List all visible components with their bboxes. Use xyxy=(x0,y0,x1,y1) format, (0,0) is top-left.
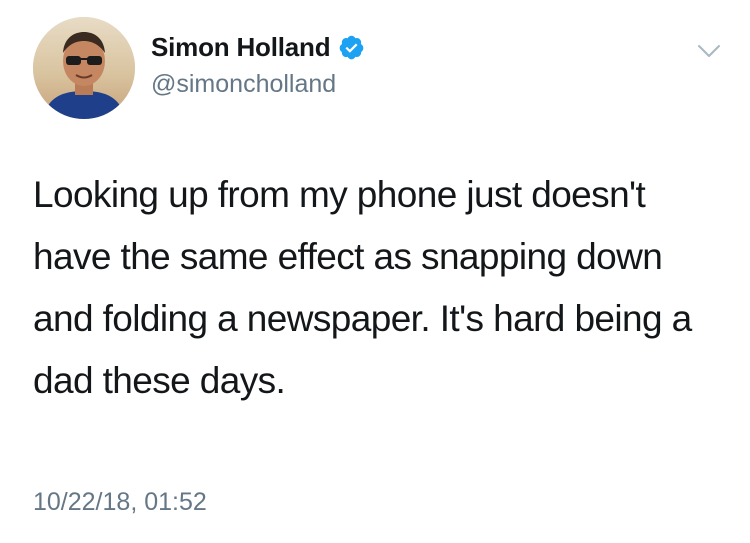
author-name-row[interactable]: Simon Holland xyxy=(151,31,365,63)
verified-badge-icon xyxy=(338,34,365,61)
chevron-down-icon[interactable] xyxy=(696,38,722,64)
tweet-timestamp[interactable]: 10/22/18, 01:52 xyxy=(33,488,207,517)
tweet-card: Simon Holland @simoncholland Looking up … xyxy=(0,0,750,543)
author-handle[interactable]: @simoncholland xyxy=(151,70,336,99)
avatar[interactable] xyxy=(33,17,135,119)
author-display-name[interactable]: Simon Holland xyxy=(151,32,331,63)
avatar-image xyxy=(33,17,135,119)
tweet-text: Looking up from my phone just doesn't ha… xyxy=(33,174,692,401)
